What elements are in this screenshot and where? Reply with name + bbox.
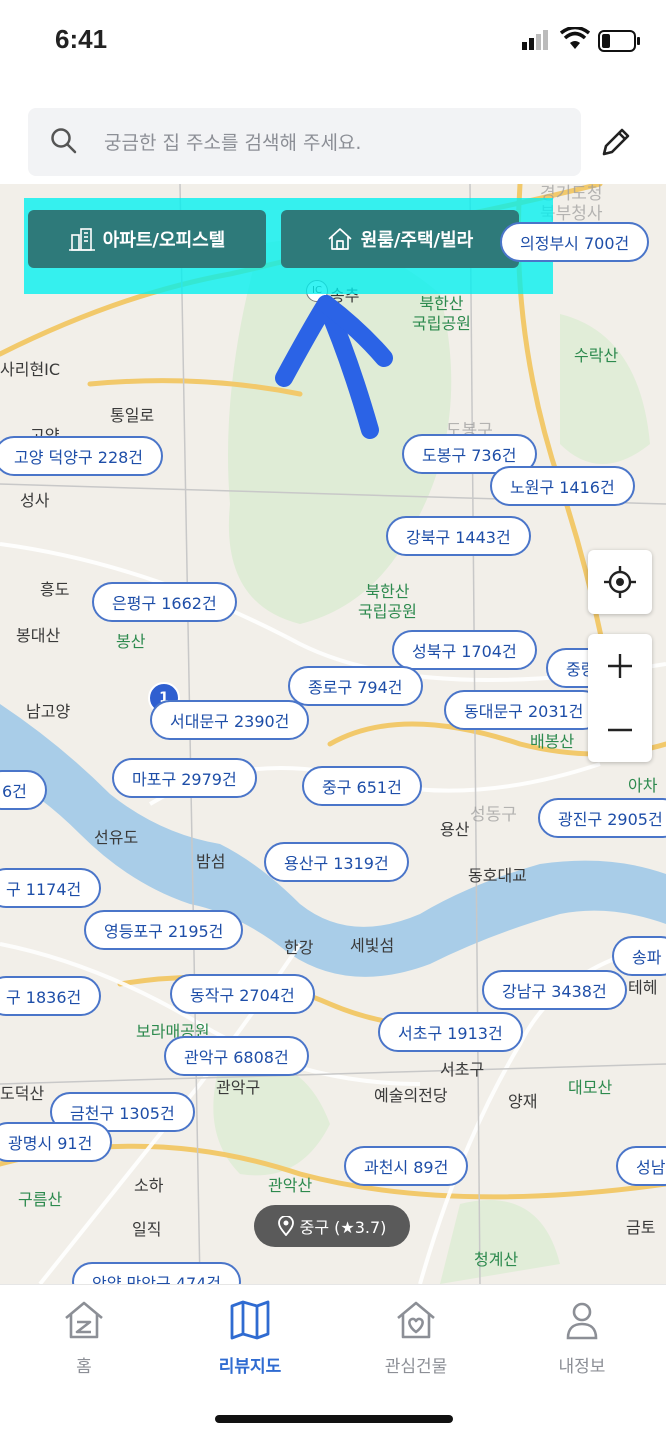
tab-label: 리뷰지도 <box>218 1357 282 1377</box>
map-park: 북한산 국립공원 <box>412 294 471 333</box>
map-park: 대모산 <box>568 1078 613 1097</box>
map-place: 소하 <box>134 1176 164 1195</box>
district-badge[interactable]: 동작구 2704건 <box>170 974 315 1014</box>
tab-my-info[interactable]: 내정보 <box>522 1300 642 1377</box>
map-park: 배봉산 <box>530 732 575 751</box>
tab-label: 원룸/주택/빌라 <box>360 230 474 251</box>
zoom-control <box>588 634 652 762</box>
district-badge[interactable]: 강남구 3438건 <box>482 970 627 1010</box>
district-badge[interactable]: 성북구 1704건 <box>392 630 537 670</box>
district-badge[interactable]: 영등포구 2195건 <box>84 910 244 950</box>
tab-review-map[interactable]: 리뷰지도 <box>190 1300 310 1377</box>
building-icon <box>68 228 95 251</box>
map-place: 도덕산 <box>0 1084 45 1103</box>
signal-icon <box>522 30 548 50</box>
zoom-out-button[interactable] <box>588 698 652 762</box>
tab-label: 관심건물 <box>384 1357 448 1377</box>
district-badge[interactable]: 강북구 1443건 <box>386 516 531 556</box>
search-icon <box>51 128 77 154</box>
map-place: 흥도 <box>40 580 70 599</box>
district-badge[interactable]: 은평구 1662건 <box>92 582 237 622</box>
district-badge[interactable]: 구 1836건 <box>0 976 102 1016</box>
map-park: 청계산 <box>474 1250 519 1269</box>
district-badge[interactable]: 종로구 794건 <box>288 666 423 706</box>
tab-label: 내정보 <box>558 1357 606 1377</box>
district-badge[interactable]: 6건 <box>0 770 47 810</box>
location-pin-icon <box>277 1216 294 1236</box>
plus-icon <box>608 654 632 678</box>
crosshair-icon <box>604 566 636 598</box>
tab-home[interactable]: 홈 <box>24 1300 144 1377</box>
map-place: 통일로 <box>110 406 155 425</box>
current-area-pill[interactable]: 중구 (★3.7) <box>254 1205 410 1247</box>
map-place: 봉대산 <box>16 626 61 645</box>
battery-icon <box>598 30 640 52</box>
annotation-arrow <box>275 295 393 439</box>
map-park: 북한산 국립공원 <box>358 582 417 621</box>
map-park: 수락산 <box>574 346 619 365</box>
status-time: 6:41 <box>55 24 108 54</box>
map-icon <box>230 1300 270 1340</box>
map-place: 일직 <box>132 1220 162 1239</box>
map-park: 아차 <box>628 776 658 795</box>
status-bar: 6:41 <box>0 0 666 85</box>
map-place: 테헤 <box>628 978 658 997</box>
district-badge[interactable]: 관악구 6808건 <box>164 1036 309 1076</box>
search-input[interactable]: 궁금한 집 주소를 검색해 주세요. <box>104 128 361 155</box>
district-badge[interactable]: 서초구 1913건 <box>378 1012 523 1052</box>
map-place: 용산 <box>440 820 470 839</box>
map-park: 관악산 <box>268 1176 313 1195</box>
home-icon <box>65 1301 103 1339</box>
map-place: 성사 <box>20 491 50 510</box>
map-place: 관악구 <box>216 1078 261 1097</box>
map-place: 남고양 <box>26 702 71 721</box>
map-place: 양재 <box>508 1092 538 1111</box>
current-area-label: 중구 (★3.7) <box>299 1218 387 1237</box>
tab-apartment-officetel[interactable]: 아파트/오피스텔 <box>28 210 266 268</box>
house-icon <box>328 228 352 250</box>
district-badge[interactable]: 마포구 2979건 <box>112 758 257 798</box>
district-badge[interactable]: 송파 <box>612 936 666 976</box>
tab-oneroom-house-villa[interactable]: 원룸/주택/빌라 <box>281 210 519 268</box>
district-badge[interactable]: 광진구 2905건 <box>538 798 666 838</box>
person-icon <box>566 1302 598 1340</box>
district-badge[interactable]: 용산구 1319건 <box>264 842 409 882</box>
district-badge[interactable]: 과천시 89건 <box>344 1146 469 1186</box>
minus-icon <box>608 728 632 732</box>
locate-button[interactable] <box>588 550 652 614</box>
district-badge[interactable]: 구 1174건 <box>0 868 102 908</box>
map-place: 예술의전당 <box>374 1086 448 1105</box>
map-place: 한강 <box>284 938 314 957</box>
map-place: 동호대교 <box>468 866 527 885</box>
tab-favorites[interactable]: 관심건물 <box>356 1300 476 1377</box>
district-badge[interactable]: 고양 덕양구 228건 <box>0 436 164 476</box>
map-place: 금토 <box>626 1218 656 1237</box>
map-park: 봉산 <box>116 632 146 651</box>
home-indicator <box>215 1415 453 1423</box>
map-place: 사리현IC <box>0 360 61 379</box>
tab-label: 홈 <box>76 1357 92 1377</box>
district-badge[interactable]: 광명시 91건 <box>0 1122 113 1162</box>
district-badge[interactable]: 중구 651건 <box>302 766 422 806</box>
map-place: 밤섬 <box>196 852 226 871</box>
map-place: 선유도 <box>94 828 139 847</box>
tab-label: 아파트/오피스텔 <box>102 230 226 251</box>
district-badge[interactable]: 의정부시 700건 <box>500 222 650 262</box>
district-badge[interactable]: 노원구 1416건 <box>490 466 635 506</box>
wifi-icon <box>560 27 590 49</box>
district-badge[interactable]: 서대문구 2390건 <box>150 700 310 740</box>
zoom-in-button[interactable] <box>588 634 652 698</box>
district-badge[interactable]: 동대문구 2031건 <box>444 690 604 730</box>
map-place: 서초구 <box>440 1060 485 1079</box>
pencil-icon[interactable] <box>600 124 634 158</box>
heart-house-icon <box>397 1301 435 1339</box>
district-badge[interactable]: 성남 <box>616 1146 666 1186</box>
map-place: 성동구 <box>470 805 517 825</box>
map-park: 구름산 <box>18 1190 63 1209</box>
map-place: 세빛섬 <box>350 936 395 955</box>
